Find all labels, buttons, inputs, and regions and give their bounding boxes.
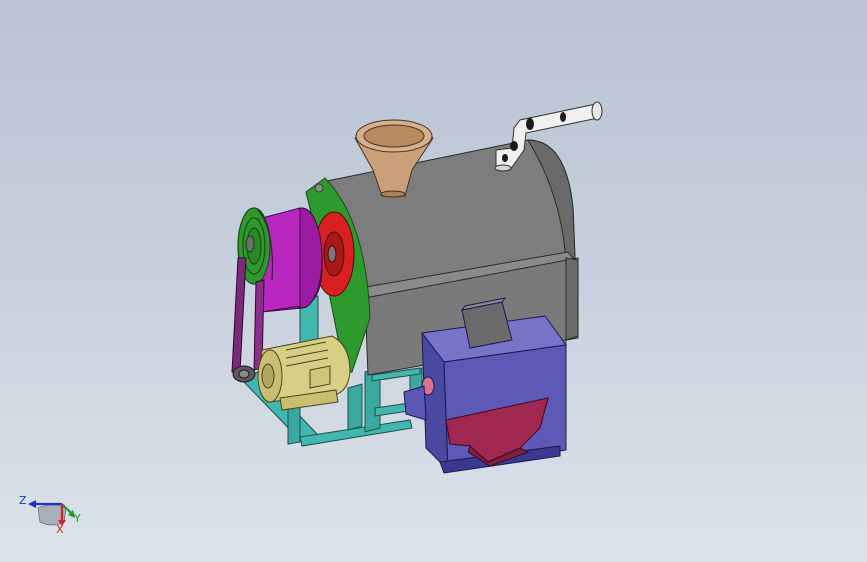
cad-model-view[interactable] <box>0 0 867 562</box>
motor[interactable] <box>257 335 351 411</box>
graphics-viewport[interactable]: Z Y X <box>0 0 867 562</box>
axis-x-label: X <box>56 523 64 536</box>
view-orientation-triad[interactable]: Z Y X <box>12 488 92 538</box>
axis-y-label: Y <box>74 512 81 525</box>
axis-z-label: Z <box>19 494 27 507</box>
